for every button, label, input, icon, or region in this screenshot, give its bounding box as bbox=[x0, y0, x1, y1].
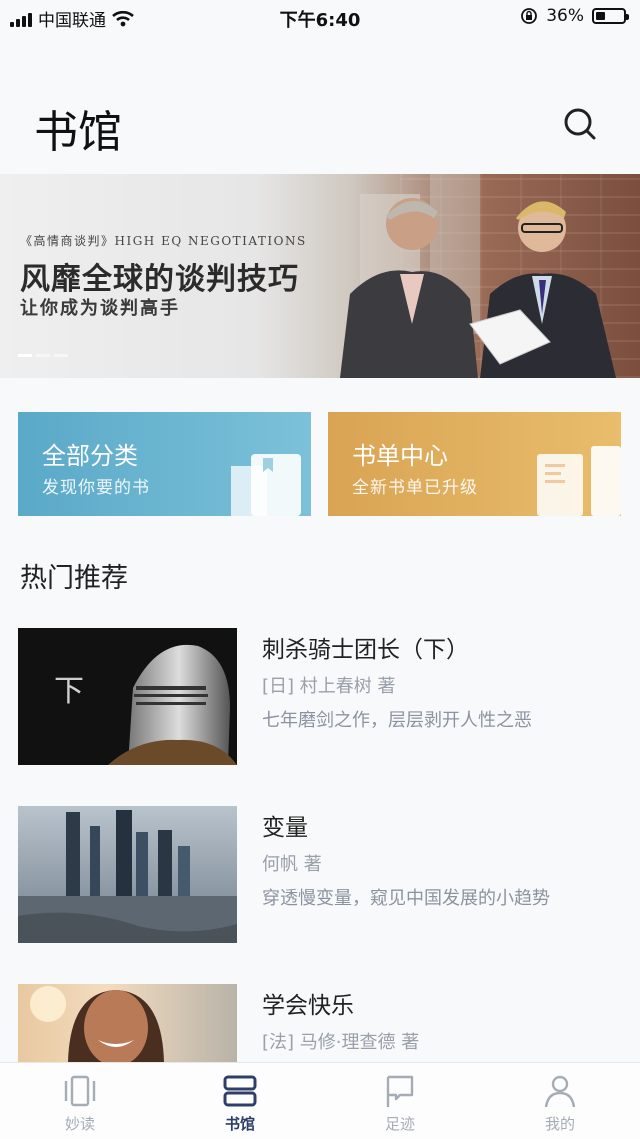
knight-illustration bbox=[108, 644, 237, 765]
cards-icon bbox=[64, 1075, 96, 1107]
book-item[interactable]: 变量 何帆 著 穿透慢变量，窥见中国发展的小趋势 bbox=[0, 806, 640, 944]
promo-banner[interactable]: 《高情商谈判》HIGH EQ NEGOTIATIONS 风靡全球的谈判技巧 让你… bbox=[0, 174, 640, 378]
card-title: 全部分类 bbox=[42, 442, 138, 470]
banner-headline: 风靡全球的谈判技巧 bbox=[20, 262, 299, 297]
page-title: 书馆 bbox=[34, 107, 122, 158]
battery-fill bbox=[596, 12, 605, 20]
pager-dot[interactable] bbox=[18, 354, 32, 357]
tab-label: 足迹 bbox=[384, 1115, 415, 1133]
battery-icon bbox=[592, 8, 629, 24]
books-icon bbox=[231, 454, 301, 516]
battery-percent: 36% bbox=[546, 6, 584, 26]
card-subtitle: 全新书单已升级 bbox=[352, 478, 478, 498]
search-icon bbox=[564, 108, 596, 140]
book-author: [日] 村上春树 著 bbox=[262, 676, 396, 697]
tab-label: 妙读 bbox=[64, 1115, 95, 1133]
search-button[interactable] bbox=[560, 104, 604, 148]
book-description: 七年磨剑之作，层层剥开人性之恶 bbox=[262, 710, 532, 731]
book-author: 何帆 著 bbox=[262, 854, 322, 875]
tab-label: 我的 bbox=[544, 1115, 575, 1133]
flag-icon bbox=[386, 1075, 414, 1107]
tab-footprints[interactable]: 足迹 bbox=[320, 1063, 480, 1139]
book-author: [法] 马修·理查德 著 bbox=[262, 1032, 420, 1053]
tab-bar: 妙读 书馆 足迹 我的 bbox=[0, 1062, 640, 1139]
library-icon bbox=[223, 1075, 257, 1107]
banner-pager[interactable] bbox=[18, 354, 68, 357]
book-title: 刺杀骑士团长（下） bbox=[262, 637, 469, 663]
booklist-icon bbox=[537, 446, 621, 516]
city-illustration bbox=[18, 810, 237, 943]
rotation-lock-icon bbox=[521, 8, 538, 24]
all-categories-card[interactable]: 全部分类 发现你要的书 bbox=[18, 412, 311, 516]
book-description: 穿透慢变量，窥见中国发展的小趋势 bbox=[262, 888, 550, 909]
status-bar: 中国联通 下午6:40 36% bbox=[0, 0, 640, 34]
banner-subhead: 让你成为谈判高手 bbox=[20, 298, 180, 319]
book-title: 变量 bbox=[262, 815, 308, 841]
banner-photo bbox=[340, 174, 616, 378]
book-cover bbox=[18, 984, 237, 1062]
card-subtitle: 发现你要的书 bbox=[42, 478, 150, 498]
cover-volume-mark: 下 bbox=[54, 674, 84, 709]
tab-library[interactable]: 书馆 bbox=[160, 1063, 320, 1139]
pager-dot[interactable] bbox=[54, 354, 68, 357]
tab-mine[interactable]: 我的 bbox=[480, 1063, 640, 1139]
book-title: 学会快乐 bbox=[262, 993, 354, 1019]
card-title: 书单中心 bbox=[352, 442, 448, 470]
smiling-woman-illustration bbox=[30, 986, 164, 1062]
section-title: 热门推荐 bbox=[20, 563, 128, 594]
book-cover bbox=[18, 806, 237, 943]
book-item[interactable]: 下 刺杀骑士团长（下） [日] 村上春树 著 七年磨剑之作，层层剥开人性之恶 bbox=[0, 628, 640, 766]
tab-miaodu[interactable]: 妙读 bbox=[0, 1063, 160, 1139]
pager-dot[interactable] bbox=[36, 354, 50, 357]
person-icon bbox=[544, 1075, 576, 1108]
booklist-center-card[interactable]: 书单中心 全新书单已升级 bbox=[328, 412, 621, 516]
banner-kicker: 《高情商谈判》HIGH EQ NEGOTIATIONS bbox=[20, 234, 307, 248]
status-right: 36% bbox=[520, 6, 629, 26]
tab-label: 书馆 bbox=[224, 1115, 255, 1133]
book-cover: 下 bbox=[18, 628, 237, 765]
